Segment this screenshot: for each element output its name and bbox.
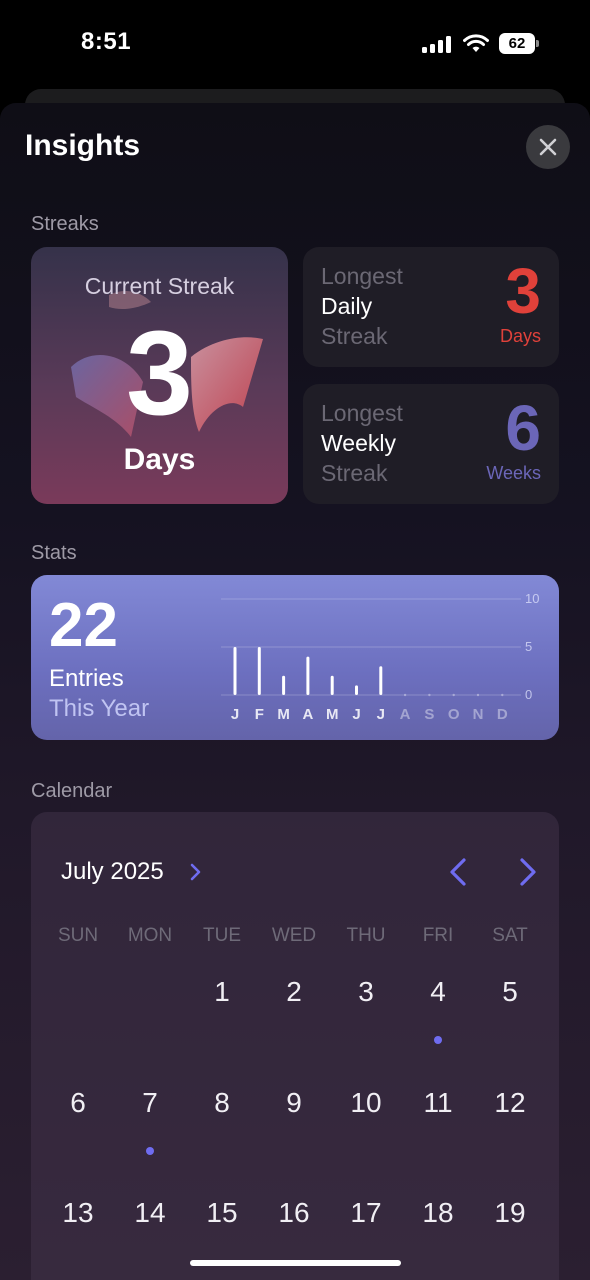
battery-level: 62 [499, 33, 535, 54]
chart-bar [476, 693, 480, 697]
chart-bar [379, 666, 383, 695]
calendar-day[interactable]: 3 [330, 976, 402, 1008]
y-tick-label: 0 [525, 687, 532, 702]
home-indicator[interactable] [190, 1260, 401, 1266]
longest-daily-line2: Daily [321, 293, 373, 319]
calendar-day[interactable]: 12 [474, 1087, 546, 1119]
x-tick-label: O [448, 706, 460, 723]
x-tick-label: M [326, 706, 339, 723]
x-tick-label: A [400, 706, 411, 723]
x-tick-label: D [497, 706, 508, 723]
weekday-header: WED [271, 925, 317, 946]
longest-weekly-unit: Weeks [486, 463, 541, 483]
x-tick-label: M [277, 706, 290, 723]
longest-weekly-line3: Streak [321, 460, 388, 486]
calendar-day[interactable]: 16 [258, 1197, 330, 1229]
calendar-month-title[interactable]: July 2025 [61, 858, 164, 886]
x-tick-label: J [231, 706, 239, 723]
chart-bar [330, 675, 334, 695]
calendar-card: July 2025 SUN MON TUE WED THU FRI SAT 1 2 3 4 5 6 7 8 9… [31, 812, 559, 1280]
longest-weekly-line1: Longest [321, 400, 403, 426]
calendar-day[interactable]: 4 [402, 976, 474, 1008]
calendar-day[interactable]: 1 [186, 976, 258, 1008]
battery-icon: 62 [499, 33, 539, 54]
y-tick-label: 5 [525, 639, 532, 654]
entries-bar-chart: 1050J F M A M J J A S O N D [221, 591, 539, 723]
calendar-section-label: Calendar [31, 780, 113, 802]
chart-bar [428, 693, 431, 697]
weekday-header: MON [127, 925, 173, 946]
longest-daily-line1: Longest [321, 263, 403, 289]
close-icon [539, 138, 557, 156]
chart-bar [233, 647, 237, 695]
x-tick-label: S [424, 706, 434, 723]
stats-section-label: Stats [31, 542, 77, 564]
calendar-day[interactable]: 9 [258, 1087, 330, 1119]
current-streak-value: 3 [126, 306, 193, 440]
weekday-header: SUN [57, 925, 99, 946]
entries-count: 22 [49, 591, 118, 660]
chart-bar [257, 647, 261, 695]
current-streak-unit: Days [123, 443, 196, 476]
entry-indicator-dot [434, 1036, 442, 1044]
longest-daily-unit: Days [499, 326, 541, 346]
y-tick-label: 10 [525, 591, 539, 606]
x-tick-label: J [352, 706, 360, 723]
weekday-header: TUE [203, 925, 241, 946]
weekday-header: SAT [492, 925, 528, 946]
longest-weekly-line2: Weekly [321, 430, 396, 456]
chart-bar [501, 693, 504, 697]
x-tick-label: J [377, 706, 385, 723]
close-button[interactable] [526, 125, 570, 169]
calendar-day[interactable]: 10 [330, 1087, 402, 1119]
calendar-day[interactable]: 17 [330, 1197, 402, 1229]
calendar-day[interactable]: 13 [42, 1197, 114, 1229]
entry-indicator-dot [146, 1147, 154, 1155]
cellular-signal-icon [422, 36, 452, 53]
weekday-header: FRI [422, 925, 454, 946]
insights-sheet: Insights Streaks Current Streak 3 Days L… [0, 103, 590, 1280]
chart-bar [282, 675, 286, 695]
current-streak-label: Current Streak [84, 273, 235, 299]
longest-daily-value: 3 [505, 255, 541, 327]
status-bar: 8:51 62 [0, 0, 590, 90]
x-tick-label: A [302, 706, 313, 723]
weekday-header: THU [346, 925, 386, 946]
stats-card[interactable]: 22 Entries This Year 10 5 0 J F M A M J J A S O N D [31, 575, 559, 740]
longest-weekly-streak-card[interactable]: Longest Weekly Streak 6 Weeks [303, 384, 559, 504]
chevron-right-icon[interactable] [189, 862, 203, 882]
sheet-title: Insights [25, 129, 141, 162]
longest-daily-line3: Streak [321, 323, 388, 349]
calendar-day[interactable]: 11 [402, 1087, 474, 1119]
entries-period-label: This Year [49, 695, 150, 722]
x-tick-label: N [473, 706, 484, 723]
wifi-icon [463, 34, 489, 52]
calendar-day[interactable]: 2 [258, 976, 330, 1008]
calendar-day[interactable]: 8 [186, 1087, 258, 1119]
longest-weekly-value: 6 [505, 392, 541, 464]
calendar-day[interactable]: 6 [42, 1087, 114, 1119]
status-time: 8:51 [81, 28, 132, 55]
chart-bar [355, 685, 358, 695]
calendar-day[interactable]: 14 [114, 1197, 186, 1229]
calendar-day[interactable]: 19 [474, 1197, 546, 1229]
calendar-day[interactable]: 7 [114, 1087, 186, 1119]
calendar-day[interactable]: 5 [474, 976, 546, 1008]
longest-daily-streak-card[interactable]: Longest Daily Streak 3 Days [303, 247, 559, 367]
chart-bar [403, 693, 407, 697]
x-tick-label: F [255, 706, 264, 723]
streaks-section-label: Streaks [31, 213, 99, 235]
calendar-day[interactable]: 15 [186, 1197, 258, 1229]
chart-bar [452, 693, 455, 697]
chart-bar [306, 656, 310, 695]
next-month-button[interactable] [515, 857, 539, 887]
current-streak-card[interactable]: Current Streak 3 Days [31, 247, 288, 504]
previous-month-button[interactable] [447, 857, 471, 887]
calendar-day[interactable]: 18 [402, 1197, 474, 1229]
entries-label: Entries [49, 665, 124, 692]
